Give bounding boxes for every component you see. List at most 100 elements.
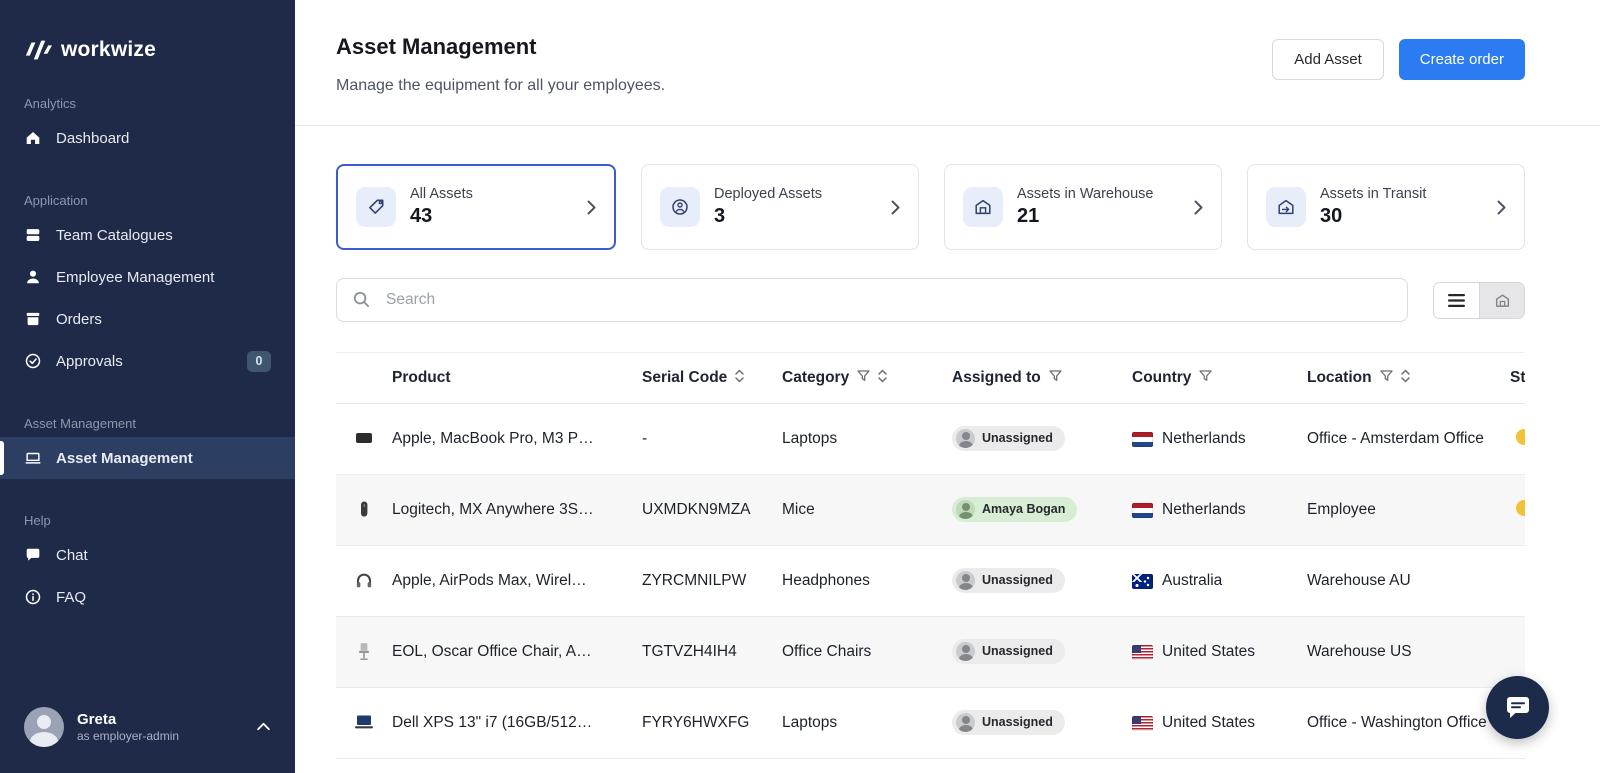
product-thumbnail — [352, 426, 376, 450]
warehouse-view-button[interactable] — [1479, 283, 1524, 318]
country-flag — [1132, 574, 1153, 589]
table-row[interactable]: Dell XPS 13" i7 (16GB/512… FYRY6HWXFG La… — [336, 688, 1525, 759]
approvals-count-badge: 0 — [247, 351, 271, 372]
assignee-name: Unassigned — [982, 644, 1053, 658]
stat-cards: All Assets 43 Deployed Assets 3 — [336, 164, 1525, 250]
page-subtitle: Manage the equipment for all your employ… — [336, 77, 665, 95]
serial-code: TGTVZH4IH4 — [642, 643, 737, 660]
filter-icon[interactable] — [1199, 369, 1212, 387]
stat-label: Assets in Warehouse — [1017, 186, 1153, 202]
assignee-avatar — [956, 642, 975, 661]
col-label: Location — [1307, 369, 1372, 387]
sidebar-section-help: Help — [0, 513, 295, 528]
assignee-pill: Unassigned — [952, 568, 1065, 593]
table-row[interactable]: Apple, MacBook Pro, M3 P… - Laptops Unas… — [336, 404, 1525, 475]
filter-icon[interactable] — [1049, 369, 1062, 387]
serial-code: - — [642, 430, 647, 447]
view-toggle — [1433, 282, 1525, 319]
user-name: Greta — [77, 711, 179, 730]
add-asset-button[interactable]: Add Asset — [1272, 39, 1384, 80]
content-area: All Assets 43 Deployed Assets 3 — [295, 126, 1600, 759]
product-thumbnail — [352, 639, 376, 663]
assignee-name: Unassigned — [982, 573, 1053, 587]
product-name: Apple, MacBook Pro, M3 P… — [392, 430, 594, 447]
col-label: Status — [1510, 369, 1525, 387]
main-content: Asset Management Manage the equipment fo… — [295, 0, 1600, 773]
search-input[interactable] — [336, 278, 1408, 322]
sidebar-item-faq[interactable]: FAQ — [0, 576, 295, 618]
sidebar-item-label: Team Catalogues — [56, 227, 173, 244]
stat-value: 43 — [410, 205, 473, 228]
search-icon — [352, 290, 371, 314]
filter-icon[interactable] — [1380, 369, 1393, 387]
stat-label: All Assets — [410, 186, 473, 202]
sidebar-item-asset-management[interactable]: Asset Management — [0, 437, 295, 479]
stat-card-assets-in-transit[interactable]: Assets in Transit 30 — [1247, 164, 1525, 250]
location: Warehouse AU — [1307, 572, 1411, 589]
sidebar-item-label: Chat — [56, 547, 88, 564]
status-dot — [1516, 429, 1525, 445]
table-row[interactable]: Logitech, MX Anywhere 3S… UXMDKN9MZA Mic… — [336, 475, 1525, 546]
sidebar-item-approvals[interactable]: Approvals 0 — [0, 340, 295, 382]
table-row[interactable]: Apple, AirPods Max, Wirel… ZYRCMNILPW He… — [336, 546, 1525, 617]
stat-label: Deployed Assets — [714, 186, 822, 202]
search-row — [336, 278, 1525, 322]
sort-icon[interactable] — [878, 369, 887, 388]
home-icon — [24, 129, 42, 147]
assignee-avatar — [956, 713, 975, 732]
approvals-check-icon — [24, 352, 42, 370]
col-assigned-to[interactable]: Assigned to — [952, 353, 1132, 404]
category: Laptops — [782, 714, 837, 731]
assets-table: Product Serial Code Category Assigned to — [336, 352, 1525, 759]
col-location[interactable]: Location — [1307, 353, 1492, 404]
col-label: Assigned to — [952, 369, 1041, 387]
country-flag — [1132, 432, 1153, 447]
stat-card-deployed-assets[interactable]: Deployed Assets 3 — [641, 164, 919, 250]
location: Office - Washington Office — [1307, 714, 1487, 731]
warehouse-icon — [963, 187, 1003, 227]
sidebar-item-team-catalogues[interactable]: Team Catalogues — [0, 214, 295, 256]
user-icon — [660, 187, 700, 227]
col-serial-code[interactable]: Serial Code — [642, 353, 782, 404]
table-row[interactable]: EOL, Oscar Office Chair, A… TGTVZH4IH4 O… — [336, 617, 1525, 688]
sidebar-item-chat[interactable]: Chat — [0, 534, 295, 576]
category: Headphones — [782, 572, 870, 589]
user-role: as employer-admin — [77, 729, 179, 743]
col-category[interactable]: Category — [782, 353, 952, 404]
country-name: Netherlands — [1162, 430, 1246, 448]
workwize-logo: workwize — [0, 0, 295, 62]
col-label: Category — [782, 369, 849, 387]
sidebar-item-dashboard[interactable]: Dashboard — [0, 117, 295, 159]
transit-icon — [1266, 187, 1306, 227]
stat-card-assets-in-warehouse[interactable]: Assets in Warehouse 21 — [944, 164, 1222, 250]
sort-icon[interactable] — [1401, 369, 1410, 388]
col-status[interactable]: Status — [1492, 353, 1525, 404]
stat-card-all-assets[interactable]: All Assets 43 — [336, 164, 616, 250]
info-icon — [24, 588, 42, 606]
assignee-avatar — [956, 500, 975, 519]
assignee-pill: Amaya Bogan — [952, 497, 1077, 522]
product-thumbnail — [352, 710, 376, 734]
chat-launcher-button[interactable] — [1486, 676, 1549, 739]
sort-icon[interactable] — [735, 369, 744, 388]
list-view-button[interactable] — [1434, 283, 1479, 318]
page-title: Asset Management — [336, 34, 665, 60]
orders-box-icon — [24, 310, 42, 328]
product-name: Logitech, MX Anywhere 3S… — [392, 501, 594, 518]
create-order-button[interactable]: Create order — [1399, 39, 1525, 80]
sidebar-item-employee-management[interactable]: Employee Management — [0, 256, 295, 298]
sidebar-item-orders[interactable]: Orders — [0, 298, 295, 340]
assignee-pill: Unassigned — [952, 426, 1065, 451]
chat-bubble-icon — [24, 546, 42, 564]
product-name: EOL, Oscar Office Chair, A… — [392, 643, 592, 660]
country-flag — [1132, 645, 1153, 660]
chevron-up-icon — [256, 718, 271, 736]
category: Laptops — [782, 430, 837, 447]
person-icon — [24, 268, 42, 286]
filter-icon[interactable] — [857, 369, 870, 387]
assignee-avatar — [956, 429, 975, 448]
user-menu[interactable]: Greta as employer-admin — [0, 697, 295, 757]
col-country[interactable]: Country — [1132, 353, 1307, 404]
assignee-name: Unassigned — [982, 715, 1053, 729]
status-dot — [1516, 500, 1525, 516]
